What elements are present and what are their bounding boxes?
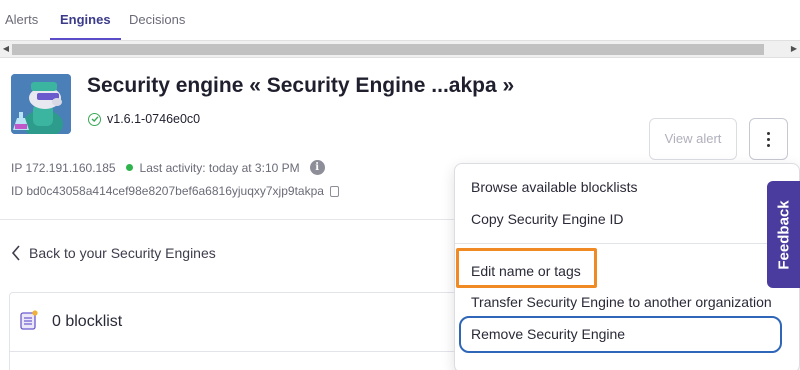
chevron-left-icon	[11, 245, 20, 261]
scroll-right-icon[interactable]: ▶	[788, 41, 800, 57]
menu-divider	[455, 243, 800, 244]
menu-item-copy-engine-id[interactable]: Copy Security Engine ID	[471, 211, 624, 227]
status-online-icon	[125, 164, 133, 171]
version-text: v1.6.1-0746e0c0	[107, 112, 201, 126]
engine-id-row: ID bd0c43058a414cef98e8207bef6a6816yjuqx…	[11, 184, 339, 198]
tab-bar: Alerts Engines Decisions	[0, 0, 800, 40]
last-activity: Last activity: today at 3:10 PM	[139, 160, 300, 175]
version-row: v1.6.1-0746e0c0	[88, 112, 200, 126]
view-alert-button[interactable]: View alert	[649, 118, 737, 160]
engine-avatar	[11, 74, 71, 134]
blocklist-count: 0 blocklist	[52, 313, 123, 330]
back-link-label: Back to your Security Engines	[29, 245, 216, 261]
engine-meta-row: IP 172.191.160.185 Last activity: today …	[11, 160, 325, 175]
ip-address: IP 172.191.160.185	[11, 160, 116, 175]
feedback-label: Feedback	[775, 199, 792, 270]
tab-alerts[interactable]: Alerts	[5, 0, 38, 40]
menu-item-transfer-engine[interactable]: Transfer Security Engine to another orga…	[471, 294, 772, 310]
kebab-dot	[767, 137, 770, 141]
tab-decisions[interactable]: Decisions	[129, 0, 185, 40]
page-title: Security engine « Security Engine ...akp…	[87, 74, 515, 97]
menu-item-browse-blocklists[interactable]: Browse available blocklists	[471, 179, 638, 195]
info-icon[interactable]: i	[309, 160, 325, 175]
edit-highlight-box	[456, 248, 597, 288]
horizontal-scrollbar[interactable]: ◀ ▶	[0, 40, 800, 58]
kebab-dot	[767, 131, 770, 135]
kebab-dot	[767, 143, 770, 147]
scroll-left-icon[interactable]: ◀	[0, 41, 12, 57]
copy-icon[interactable]	[329, 185, 339, 197]
feedback-tab[interactable]: Feedback	[767, 181, 800, 288]
engine-id: ID bd0c43058a414cef98e8207bef6a6816yjuqx…	[11, 184, 324, 198]
scrollbar-thumb[interactable]	[12, 44, 764, 55]
back-link[interactable]: Back to your Security Engines	[11, 245, 216, 261]
remove-focus-ring	[459, 316, 782, 353]
blocklist-icon	[20, 310, 38, 330]
tab-engines[interactable]: Engines	[50, 0, 121, 40]
more-options-button[interactable]	[749, 118, 788, 160]
check-circle-icon	[88, 112, 101, 126]
